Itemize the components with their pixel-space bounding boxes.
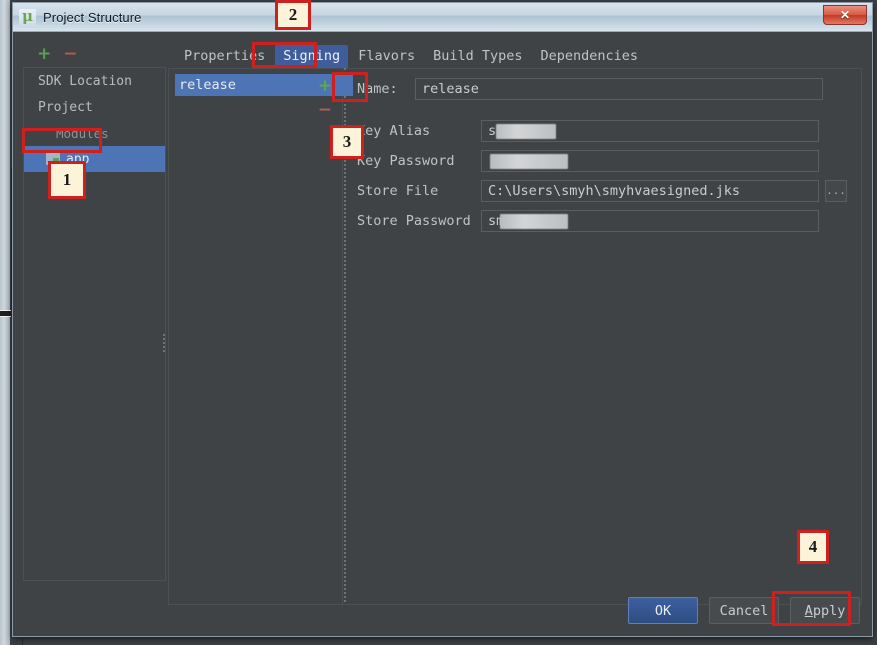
browse-store-file-button[interactable]: ... bbox=[825, 180, 847, 202]
name-label: Name: bbox=[357, 81, 398, 97]
apply-mnemonic: A bbox=[804, 602, 813, 619]
store-password-row: Store Password sm bbox=[357, 210, 847, 232]
annotation-badge-1: 1 bbox=[48, 161, 86, 199]
name-row: Name: release bbox=[357, 78, 847, 100]
tab-build-types[interactable]: Build Types bbox=[425, 45, 530, 68]
ide-gutter-marker bbox=[0, 310, 11, 317]
tab-bar: Properties Signing Flavors Build Types D… bbox=[168, 41, 862, 69]
sidebar-item-label: SDK Location bbox=[38, 73, 132, 89]
tab-flavors[interactable]: Flavors bbox=[350, 45, 423, 68]
remove-signing-config-icon[interactable]: − bbox=[314, 98, 336, 122]
dialog-body: + − SDK Location Project Modules app Pro… bbox=[13, 32, 872, 636]
tab-properties[interactable]: Properties bbox=[176, 45, 273, 68]
sidebar-item-app[interactable]: app bbox=[24, 146, 165, 172]
module-panel: + − SDK Location Project Modules app bbox=[23, 41, 166, 581]
store-password-label: Store Password bbox=[357, 213, 471, 229]
key-alias-label: Key Alias bbox=[357, 123, 431, 139]
android-studio-icon bbox=[19, 7, 36, 26]
key-alias-row: Key Alias s bbox=[357, 120, 847, 142]
panel-splitter[interactable] bbox=[161, 332, 167, 352]
ok-button[interactable]: OK bbox=[628, 597, 698, 624]
redaction-overlay bbox=[500, 214, 568, 229]
list-item-label: release bbox=[179, 77, 236, 93]
close-button[interactable]: ✕ bbox=[823, 5, 867, 25]
ide-left-edge bbox=[0, 0, 10, 645]
store-file-row: Store File C:\Users\smyh\smyhvaesigned.j… bbox=[357, 180, 847, 202]
remove-module-icon[interactable]: − bbox=[63, 45, 77, 63]
signing-list-buttons: + − bbox=[314, 74, 336, 122]
key-alias-input[interactable]: s bbox=[481, 120, 819, 142]
sidebar-item-project[interactable]: Project bbox=[24, 94, 165, 120]
signing-form: Name: release Key Alias s Key Password S… bbox=[347, 68, 861, 604]
project-structure-dialog: Project Structure ✕ + − SDK Location Pro… bbox=[12, 2, 873, 637]
store-password-input[interactable]: sm bbox=[481, 210, 819, 232]
title-bar: Project Structure ✕ bbox=[13, 3, 872, 32]
add-signing-config-icon[interactable]: + bbox=[314, 74, 336, 98]
signing-config-list: release bbox=[175, 74, 353, 574]
store-file-label: Store File bbox=[357, 183, 439, 199]
annotation-badge-3: 3 bbox=[330, 125, 364, 159]
module-tree: SDK Location Project Modules app bbox=[23, 67, 166, 581]
name-input[interactable]: release bbox=[415, 78, 823, 100]
window-title: Project Structure bbox=[43, 9, 142, 25]
key-alias-value: s bbox=[488, 123, 497, 139]
signing-tab-panel: release + − Name: release Key Alias s Ke… bbox=[168, 68, 862, 605]
close-icon: ✕ bbox=[839, 8, 851, 22]
annotation-badge-2: 2 bbox=[275, 0, 311, 30]
sidebar-group-modules: Modules bbox=[24, 120, 165, 146]
apply-label-rest: pply bbox=[812, 602, 846, 619]
annotation-badge-4: 4 bbox=[797, 530, 829, 564]
add-module-icon[interactable]: + bbox=[37, 45, 51, 63]
module-toolbar: + − bbox=[23, 41, 166, 67]
store-file-input[interactable]: C:\Users\smyh\smyhvaesigned.jks bbox=[481, 180, 819, 202]
key-password-input[interactable] bbox=[481, 150, 819, 172]
dialog-button-bar: OK Cancel Apply bbox=[628, 597, 860, 624]
tab-signing[interactable]: Signing bbox=[275, 45, 349, 68]
tab-dependencies[interactable]: Dependencies bbox=[533, 45, 647, 68]
sidebar-group-label: Modules bbox=[56, 125, 109, 141]
sidebar-item-sdk-location[interactable]: SDK Location bbox=[24, 68, 165, 94]
cancel-button[interactable]: Cancel bbox=[709, 597, 779, 624]
key-password-row: Key Password bbox=[357, 150, 847, 172]
redaction-overlay bbox=[496, 124, 556, 139]
module-editor: Properties Signing Flavors Build Types D… bbox=[168, 41, 862, 605]
redaction-overlay bbox=[490, 154, 568, 169]
apply-button[interactable]: Apply bbox=[790, 597, 860, 624]
signing-config-column: release + − bbox=[169, 68, 353, 604]
sidebar-item-label: Project bbox=[38, 99, 93, 115]
key-password-label: Key Password bbox=[357, 153, 455, 169]
